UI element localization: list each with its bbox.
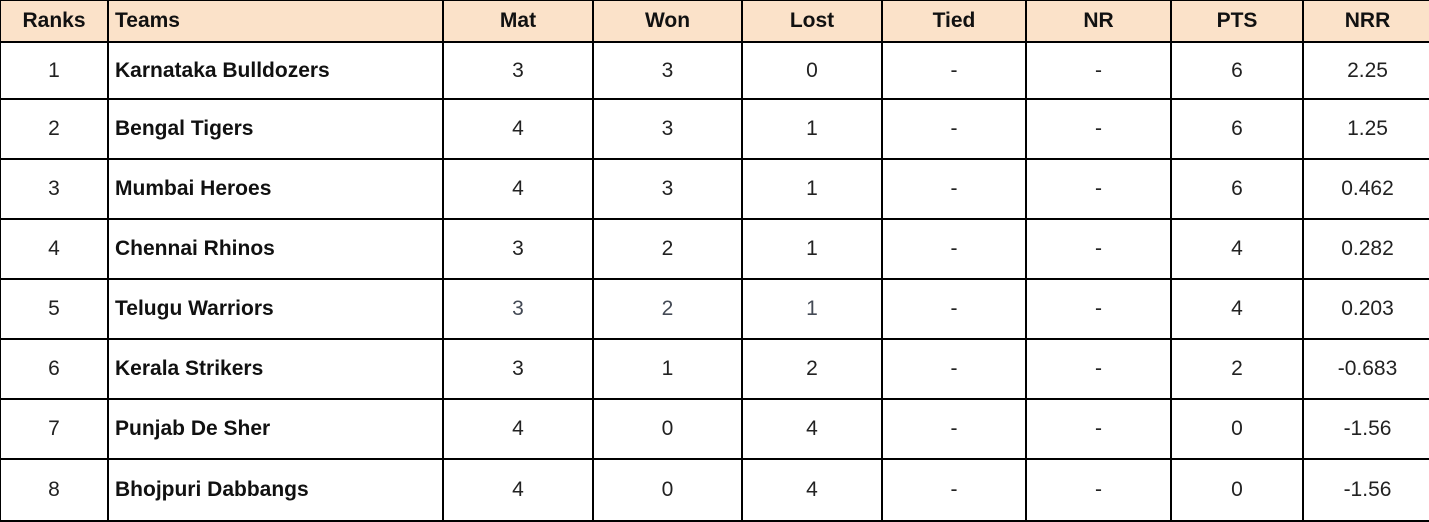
lost-cell: 4 [741,398,883,460]
team-cell: Chennai Rhinos [107,218,444,280]
team-cell: Bhojpuri Dabbangs [107,458,444,522]
nr-cell: - [1025,41,1172,100]
header-row: Ranks Teams Mat Won Lost Tied NR PTS NRR [0,0,1429,43]
nr-cell: - [1025,278,1172,340]
won-cell: 0 [592,458,743,522]
header-nr: NR [1025,0,1172,43]
tied-cell: - [881,98,1027,160]
pts-cell: 4 [1170,218,1304,280]
table-row: 7 Punjab De Sher 4 0 4 - - 0 -1.56 [0,398,1429,460]
won-cell: 3 [592,98,743,160]
rank-cell: 5 [0,278,109,340]
tied-cell: - [881,338,1027,400]
pts-cell: 0 [1170,398,1304,460]
nrr-cell: -1.56 [1302,398,1429,460]
pts-cell: 4 [1170,278,1304,340]
table-row: 3 Mumbai Heroes 4 3 1 - - 6 0.462 [0,158,1429,220]
header-tied: Tied [881,0,1027,43]
rank-cell: 2 [0,98,109,160]
table-row: 5 Telugu Warriors 3 2 1 - - 4 0.203 [0,278,1429,340]
nr-cell: - [1025,398,1172,460]
won-cell: 3 [592,41,743,100]
team-cell: Mumbai Heroes [107,158,444,220]
mat-cell: 3 [442,278,594,340]
pts-cell: 6 [1170,41,1304,100]
won-cell: 2 [592,218,743,280]
team-cell: Kerala Strikers [107,338,444,400]
team-cell: Karnataka Bulldozers [107,41,444,100]
table-row: 4 Chennai Rhinos 3 2 1 - - 4 0.282 [0,218,1429,280]
mat-cell: 3 [442,41,594,100]
tied-cell: - [881,158,1027,220]
team-cell: Punjab De Sher [107,398,444,460]
nrr-cell: 2.25 [1302,41,1429,100]
tied-cell: - [881,218,1027,280]
nr-cell: - [1025,98,1172,160]
rank-cell: 6 [0,338,109,400]
lost-cell: 1 [741,218,883,280]
nrr-cell: -1.56 [1302,458,1429,522]
lost-cell: 4 [741,458,883,522]
mat-cell: 4 [442,398,594,460]
rank-cell: 3 [0,158,109,220]
nrr-cell: 0.282 [1302,218,1429,280]
won-cell: 3 [592,158,743,220]
mat-cell: 4 [442,458,594,522]
team-cell: Telugu Warriors [107,278,444,340]
rank-cell: 8 [0,458,109,522]
tied-cell: - [881,398,1027,460]
header-mat: Mat [442,0,594,43]
table-row: 6 Kerala Strikers 3 1 2 - - 2 -0.683 [0,338,1429,400]
mat-cell: 4 [442,98,594,160]
nr-cell: - [1025,158,1172,220]
won-cell: 1 [592,338,743,400]
lost-cell: 1 [741,98,883,160]
header-nrr: NRR [1302,0,1429,43]
tied-cell: - [881,458,1027,522]
points-table: Ranks Teams Mat Won Lost Tied NR PTS NRR… [0,0,1429,522]
table-header: Ranks Teams Mat Won Lost Tied NR PTS NRR [0,0,1429,43]
nrr-cell: -0.683 [1302,338,1429,400]
nrr-cell: 0.462 [1302,158,1429,220]
tied-cell: - [881,278,1027,340]
rank-cell: 1 [0,41,109,100]
header-won: Won [592,0,743,43]
won-cell: 0 [592,398,743,460]
nrr-cell: 1.25 [1302,98,1429,160]
table-row: 8 Bhojpuri Dabbangs 4 0 4 - - 0 -1.56 [0,458,1429,522]
table-row: 1 Karnataka Bulldozers 3 3 0 - - 6 2.25 [0,41,1429,100]
nr-cell: - [1025,458,1172,522]
team-cell: Bengal Tigers [107,98,444,160]
header-ranks: Ranks [0,0,109,43]
pts-cell: 6 [1170,158,1304,220]
lost-cell: 1 [741,278,883,340]
lost-cell: 2 [741,338,883,400]
mat-cell: 3 [442,338,594,400]
rank-cell: 7 [0,398,109,460]
pts-cell: 6 [1170,98,1304,160]
header-pts: PTS [1170,0,1304,43]
table-body: 1 Karnataka Bulldozers 3 3 0 - - 6 2.25 … [0,41,1429,522]
won-cell: 2 [592,278,743,340]
nr-cell: - [1025,218,1172,280]
pts-cell: 0 [1170,458,1304,522]
rank-cell: 4 [0,218,109,280]
table-row: 2 Bengal Tigers 4 3 1 - - 6 1.25 [0,98,1429,160]
pts-cell: 2 [1170,338,1304,400]
mat-cell: 4 [442,158,594,220]
header-teams: Teams [107,0,444,43]
header-lost: Lost [741,0,883,43]
lost-cell: 0 [741,41,883,100]
lost-cell: 1 [741,158,883,220]
tied-cell: - [881,41,1027,100]
nrr-cell: 0.203 [1302,278,1429,340]
nr-cell: - [1025,338,1172,400]
mat-cell: 3 [442,218,594,280]
